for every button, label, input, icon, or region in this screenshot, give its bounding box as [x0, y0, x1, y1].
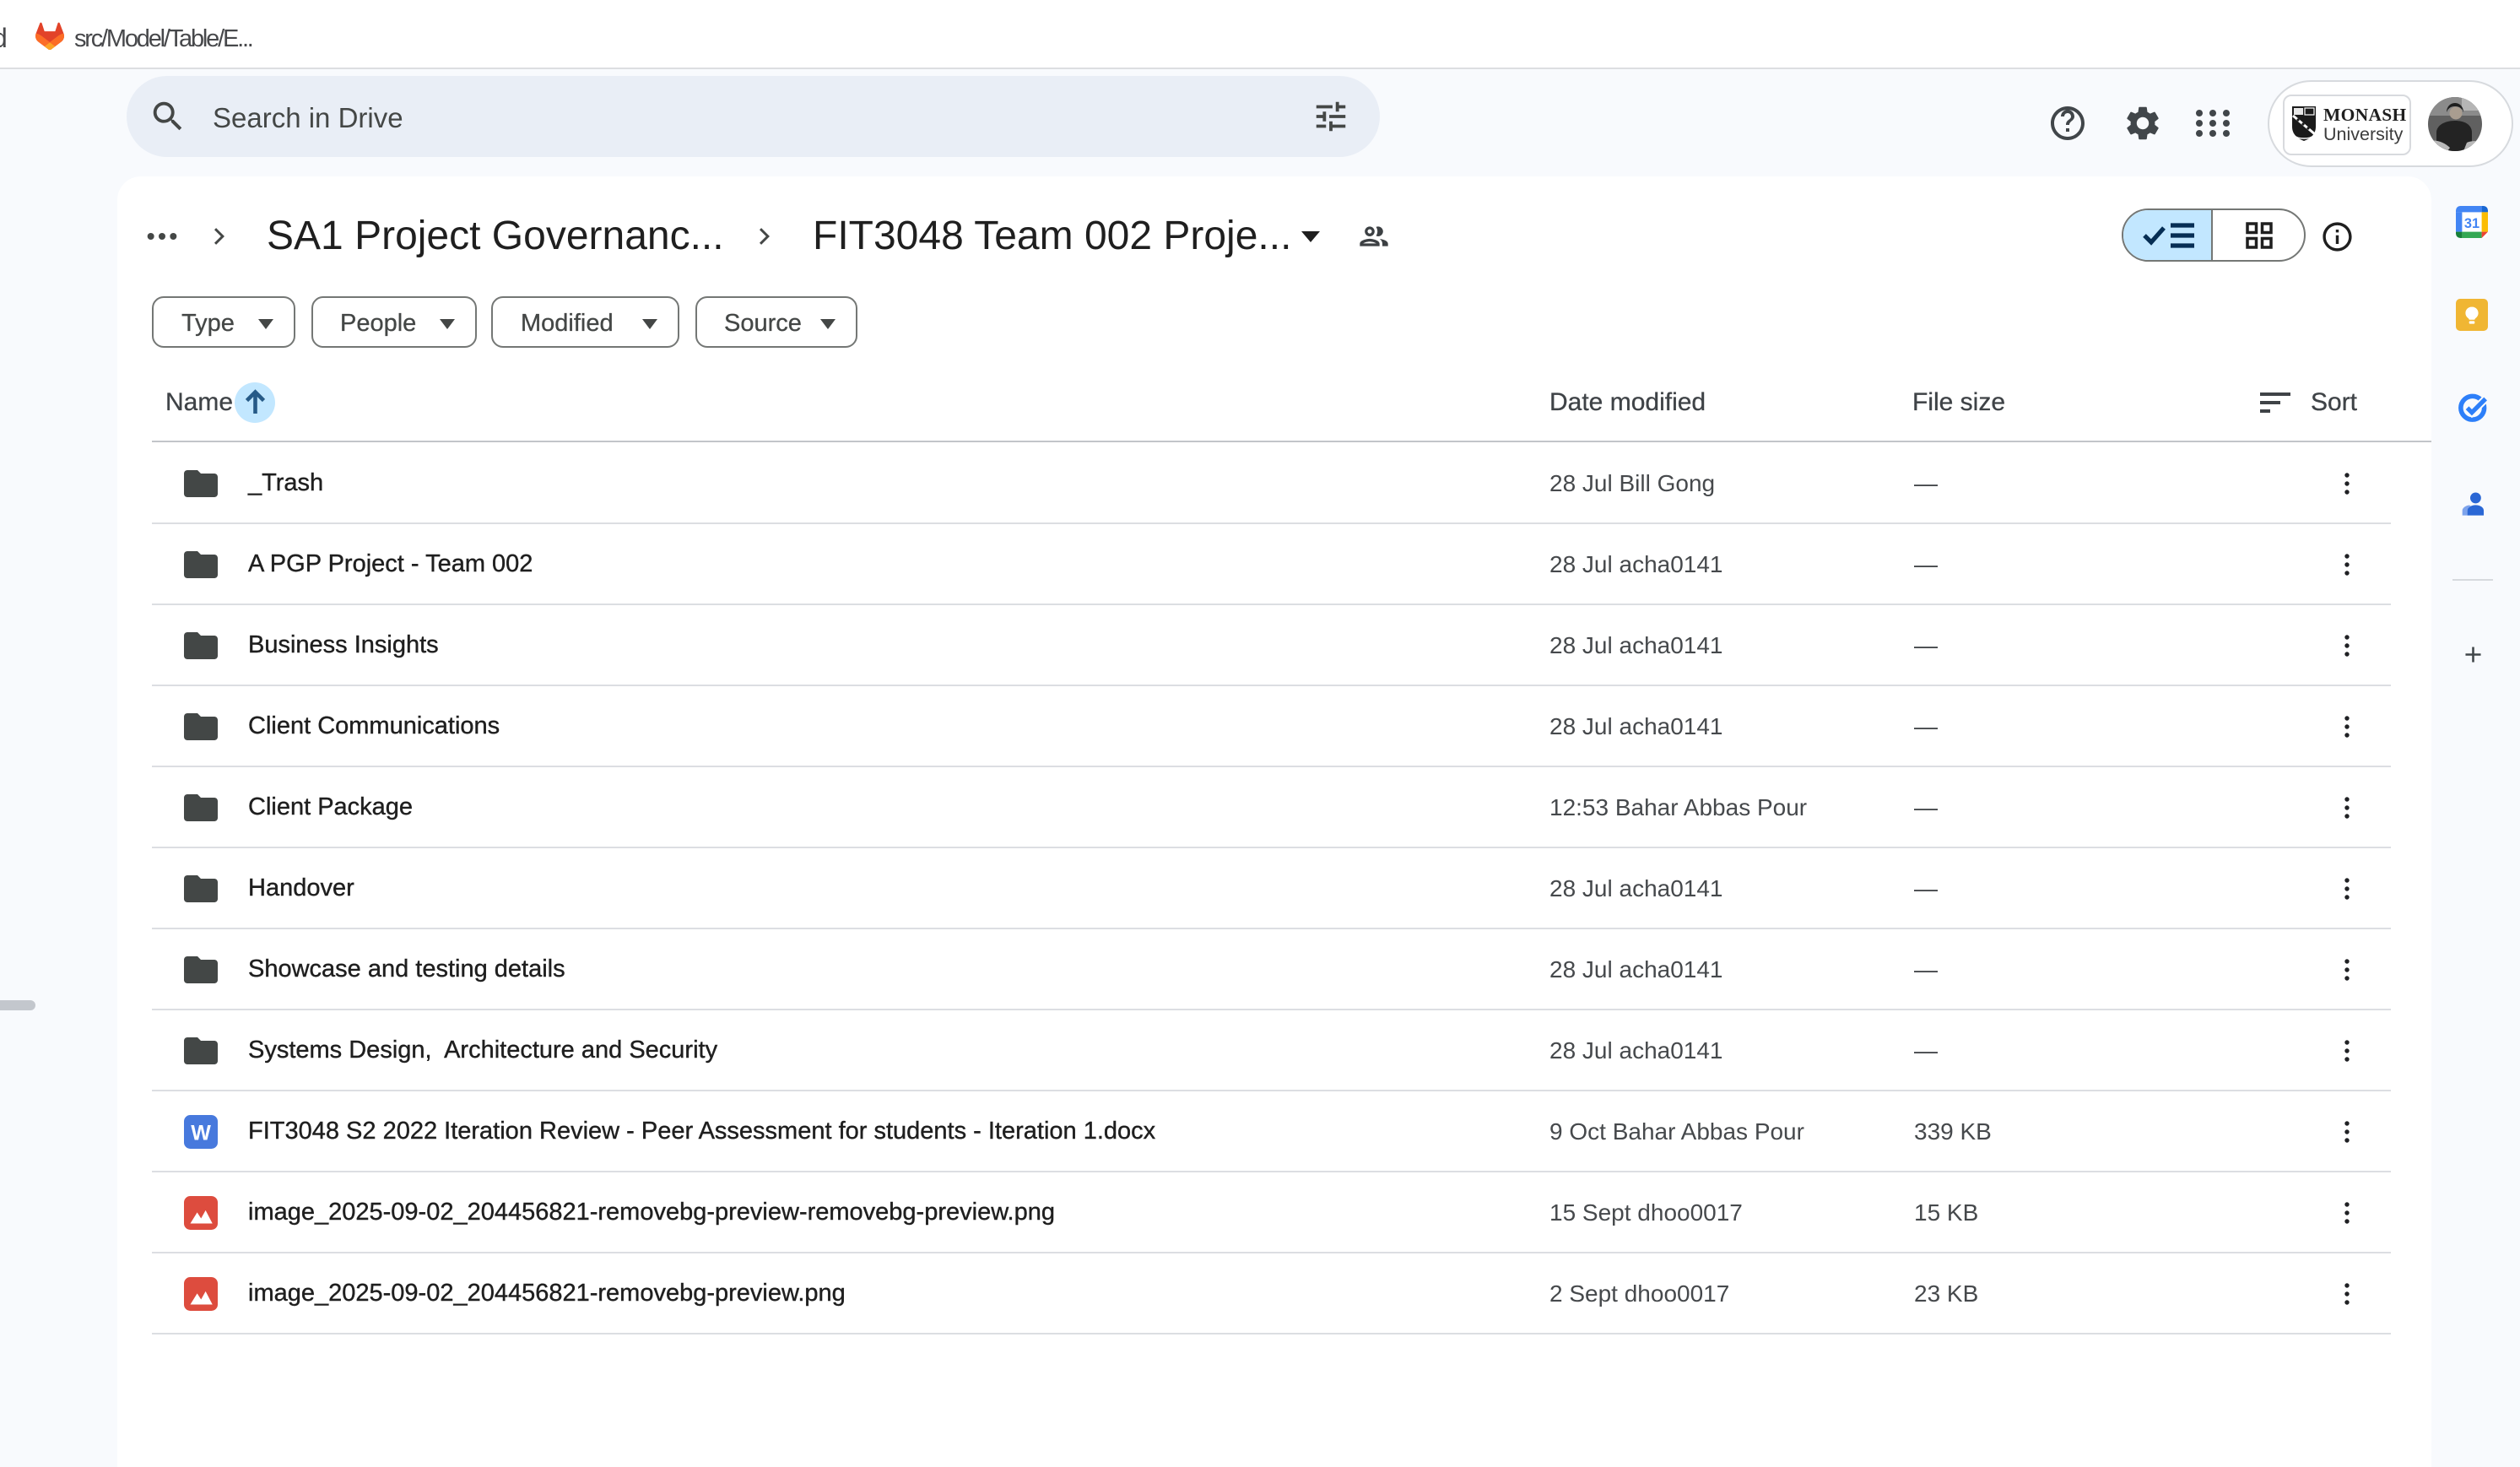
svg-text:31: 31 — [2464, 216, 2479, 231]
